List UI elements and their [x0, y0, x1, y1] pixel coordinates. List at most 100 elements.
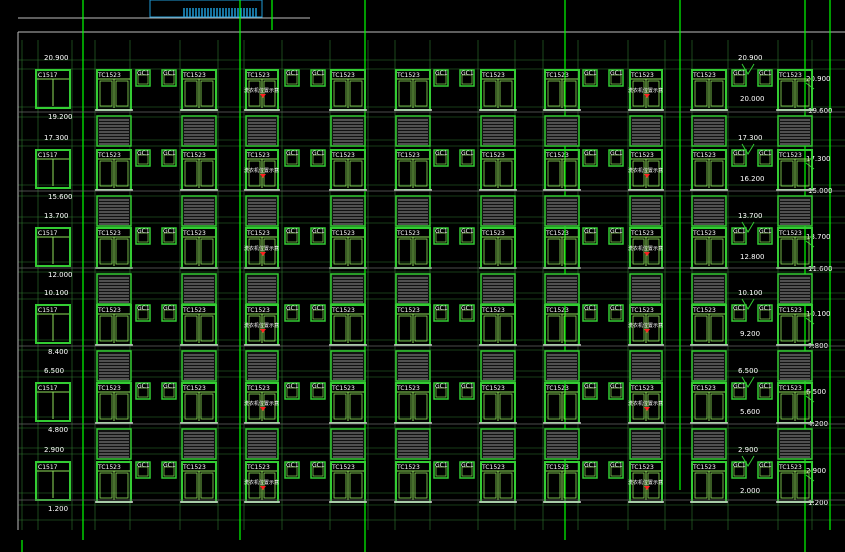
window-code-label: TC1523 — [481, 72, 505, 79]
small-window-gc1: GC1 — [284, 149, 300, 167]
small-window-label: GC1 — [163, 70, 176, 77]
window-code-label: TC1523 — [481, 230, 505, 237]
window-pane — [547, 80, 561, 107]
air-conditioner-louver — [480, 115, 516, 147]
small-window-label: GC1 — [286, 150, 299, 157]
window-code-label: TC1523 — [630, 72, 654, 79]
window-code-label: TC1523 — [778, 72, 802, 79]
window-tc1523-balcony: TC1523 洗衣机位置示意 — [244, 69, 280, 111]
window-pane — [483, 80, 497, 107]
small-window-label: GC1 — [286, 228, 299, 235]
left-window-code: C1517 — [38, 464, 58, 471]
window-pane — [780, 472, 794, 499]
red-marker — [260, 252, 266, 256]
window-tc1523: TC1523 — [180, 69, 218, 111]
small-window-label: GC1 — [759, 462, 772, 469]
window-tc1523: TC1523 — [543, 304, 581, 346]
red-marker — [260, 407, 266, 411]
air-conditioner-louver — [691, 195, 727, 227]
window-pane — [780, 160, 794, 187]
window-pane — [694, 238, 708, 265]
window-tc1523: TC1523 — [95, 304, 133, 346]
small-window-gc1: GC1 — [757, 149, 773, 167]
window-pane — [115, 315, 129, 342]
small-window-gc1: GC1 — [459, 149, 475, 167]
window-pane — [563, 393, 577, 420]
window-tc1523: TC1523 — [394, 149, 432, 191]
small-window-label: GC1 — [435, 228, 448, 235]
window-tc1523: TC1523 — [479, 304, 517, 346]
small-window-label: GC1 — [733, 462, 746, 469]
small-window-gc1: GC1 — [310, 227, 326, 245]
window-pane — [398, 393, 412, 420]
window-pane — [563, 238, 577, 265]
small-window-gc1: GC1 — [731, 69, 747, 87]
window-code-label: TC1523 — [778, 230, 802, 237]
air-conditioner-louver — [777, 195, 813, 227]
small-window-gc1: GC1 — [459, 461, 475, 479]
window-tc1523: TC1523 — [329, 304, 367, 346]
small-window-gc1: GC1 — [310, 382, 326, 400]
window-pane — [99, 315, 113, 342]
elevation-label: 2.900 — [738, 446, 758, 454]
small-window-label: GC1 — [312, 462, 325, 469]
window-pane — [115, 80, 129, 107]
window-code-label: TC1523 — [331, 230, 355, 237]
window-code-label: TC1523 — [97, 464, 121, 471]
cad-viewport[interactable]: C1517 20.900 19.200 20.900 20.000 20.900 19.60… — [0, 0, 845, 552]
window-pane — [184, 315, 198, 342]
left-window-code: C1517 — [38, 152, 58, 159]
small-window-gc1: GC1 — [608, 69, 624, 87]
small-window-gc1: GC1 — [284, 227, 300, 245]
window-pane — [200, 393, 214, 420]
small-window-label: GC1 — [137, 383, 150, 390]
window-pane — [710, 393, 724, 420]
left-window: C1517 — [35, 69, 71, 109]
small-window-gc1: GC1 — [582, 304, 598, 322]
window-pane — [483, 315, 497, 342]
small-window-gc1: GC1 — [582, 149, 598, 167]
window-tc1523: TC1523 — [479, 461, 517, 503]
small-window-gc1: GC1 — [459, 382, 475, 400]
elevation-label: 12.000 — [48, 271, 73, 279]
air-conditioner-louver — [544, 428, 580, 460]
small-window-label: GC1 — [163, 383, 176, 390]
small-window-label: GC1 — [584, 228, 597, 235]
small-window-label: GC1 — [286, 383, 299, 390]
small-window-label: GC1 — [733, 228, 746, 235]
window-pane — [694, 315, 708, 342]
red-marker — [644, 407, 650, 411]
air-conditioner-louver — [629, 115, 663, 147]
small-window-gc1: GC1 — [310, 69, 326, 87]
small-window-label: GC1 — [733, 305, 746, 312]
air-conditioner-louver — [691, 115, 727, 147]
small-window-label: GC1 — [435, 70, 448, 77]
small-window-label: GC1 — [163, 228, 176, 235]
elevation-label: 5.600 — [740, 408, 760, 416]
air-conditioner-louver — [330, 350, 366, 382]
elevation-label: 16.200 — [740, 175, 765, 183]
small-window-label: GC1 — [137, 305, 150, 312]
elevation-label: 10.100 — [44, 289, 69, 297]
small-window-gc1: GC1 — [135, 149, 151, 167]
small-window-label: GC1 — [312, 228, 325, 235]
elevation-label: 20.900 — [738, 54, 763, 62]
small-window-label: GC1 — [610, 150, 623, 157]
elevation-drawing[interactable]: C151720.90019.20020.90020.00020.90019.60… — [0, 0, 845, 552]
window-pane — [563, 315, 577, 342]
washer-note: 洗衣机位置示意 — [244, 400, 279, 407]
window-code-label: TC1523 — [182, 307, 206, 314]
small-window-label: GC1 — [759, 150, 772, 157]
window-tc1523: TC1523 — [95, 149, 133, 191]
small-window-gc1: GC1 — [310, 304, 326, 322]
small-window-label: GC1 — [759, 305, 772, 312]
small-window-label: GC1 — [461, 228, 474, 235]
window-pane — [349, 393, 363, 420]
window-pane — [333, 315, 347, 342]
window-pane — [333, 80, 347, 107]
window-pane — [184, 238, 198, 265]
washer-note: 洗衣机位置示意 — [628, 322, 663, 329]
window-pane — [563, 472, 577, 499]
small-window-label: GC1 — [435, 150, 448, 157]
window-code-label: TC1523 — [331, 464, 355, 471]
